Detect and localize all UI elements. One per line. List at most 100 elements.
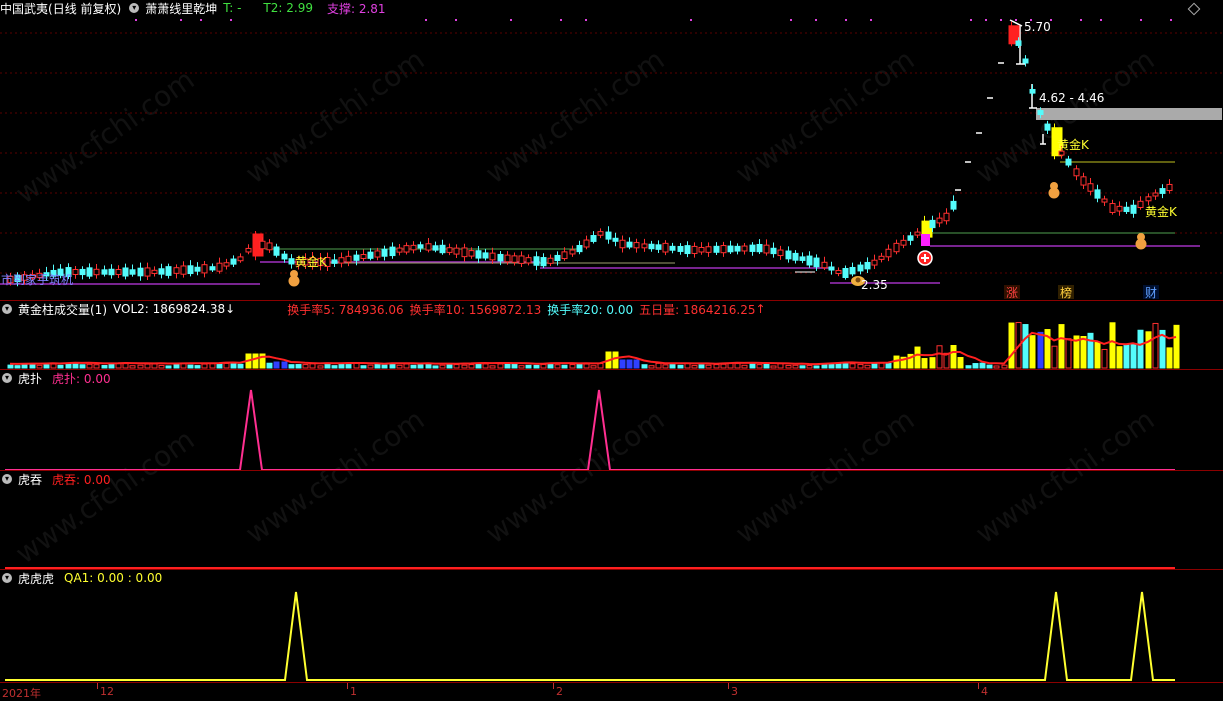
volume-indicator-title[interactable]: 黄金柱成交量(1) [18, 301, 107, 318]
candle[interactable] [223, 262, 230, 267]
candle[interactable] [727, 245, 734, 253]
candle[interactable] [288, 258, 295, 265]
candle[interactable] [813, 257, 820, 268]
candle[interactable] [1022, 58, 1029, 64]
candle[interactable] [151, 269, 158, 274]
candle[interactable] [79, 268, 86, 276]
candle[interactable] [885, 248, 892, 258]
candle[interactable] [281, 253, 288, 260]
candle[interactable] [612, 237, 619, 242]
candle[interactable] [878, 255, 885, 260]
candle[interactable] [446, 247, 453, 253]
candle[interactable] [561, 251, 568, 260]
candle[interactable] [331, 259, 338, 264]
candle[interactable] [389, 246, 396, 257]
period-label[interactable]: (日线 前复权) [48, 0, 121, 17]
candle[interactable] [705, 246, 712, 253]
chevron-down-icon[interactable]: ▾ [2, 573, 12, 583]
candle[interactable] [432, 245, 439, 251]
candle[interactable] [403, 245, 410, 253]
candle[interactable] [201, 264, 208, 274]
candle[interactable] [1037, 110, 1044, 116]
candle[interactable] [439, 244, 446, 254]
marker-bang[interactable]: 榜 [1060, 285, 1072, 300]
candle[interactable] [713, 245, 720, 253]
candle[interactable] [1159, 188, 1166, 194]
candle[interactable] [1137, 200, 1144, 209]
candle[interactable] [360, 254, 367, 259]
candle[interactable] [576, 244, 583, 253]
chevron-down-icon[interactable]: ▾ [129, 3, 140, 13]
candle[interactable] [237, 256, 244, 262]
candle[interactable] [1029, 89, 1036, 94]
candle[interactable] [756, 243, 763, 253]
candle[interactable] [943, 212, 950, 222]
candle[interactable] [849, 266, 856, 275]
candle[interactable] [583, 239, 590, 248]
candle[interactable] [662, 242, 669, 253]
candle[interactable] [1080, 176, 1087, 186]
candle[interactable] [129, 269, 136, 275]
candle[interactable] [93, 268, 100, 276]
candle[interactable] [468, 250, 475, 257]
candle[interactable] [749, 244, 756, 252]
candle[interactable] [381, 248, 388, 257]
candle[interactable] [669, 245, 676, 251]
stock-name[interactable]: 中国武夷 [0, 0, 48, 17]
candle[interactable] [821, 261, 828, 269]
candle[interactable] [547, 257, 554, 264]
candle[interactable] [122, 267, 129, 277]
candle[interactable] [367, 251, 374, 259]
candle[interactable] [626, 241, 633, 248]
candle[interactable] [158, 268, 165, 275]
candle[interactable] [936, 217, 943, 224]
candle[interactable] [842, 268, 849, 278]
candle[interactable] [1094, 189, 1101, 199]
candle[interactable] [266, 242, 273, 251]
huhuhu-chart[interactable] [0, 570, 1223, 682]
candle[interactable] [785, 250, 792, 260]
candle[interactable] [1065, 158, 1072, 166]
huhuhu-title[interactable]: 虎虎虎 [18, 570, 54, 587]
candle[interactable] [1130, 204, 1137, 214]
candle[interactable] [763, 244, 770, 254]
candle[interactable] [482, 252, 489, 259]
huhuhu-panel[interactable]: ▾ 虎虎虎 QA1: 0.00 : 0.00 [0, 570, 1223, 682]
hutun-chart[interactable] [0, 471, 1223, 569]
candle[interactable] [173, 267, 180, 274]
candle[interactable] [374, 250, 381, 258]
candle[interactable] [1015, 40, 1022, 46]
hutun-panel[interactable]: ▾ 虎吞 虎吞: 0.00 [0, 471, 1223, 570]
candle[interactable] [1145, 196, 1152, 202]
candle[interactable] [475, 250, 482, 259]
candle[interactable] [1152, 192, 1159, 197]
candle[interactable] [1087, 183, 1094, 192]
hutun-title[interactable]: 虎吞 [18, 471, 42, 488]
marker-cai[interactable]: 财 [1145, 286, 1157, 300]
candle[interactable] [1166, 183, 1173, 192]
chevron-down-icon[interactable]: ▾ [2, 474, 12, 484]
candle[interactable] [353, 254, 360, 261]
candle[interactable] [806, 255, 813, 266]
candle[interactable] [569, 249, 576, 255]
candle[interactable] [396, 247, 403, 253]
candle[interactable] [828, 266, 835, 271]
candle[interactable] [770, 247, 777, 255]
candle[interactable] [137, 267, 144, 277]
candle[interactable] [115, 269, 122, 275]
candle[interactable] [605, 231, 612, 240]
candle[interactable] [165, 266, 172, 276]
candle[interactable] [590, 235, 597, 242]
candle[interactable] [871, 259, 878, 266]
candle[interactable] [597, 231, 604, 236]
candle[interactable] [533, 256, 540, 266]
candle[interactable] [633, 242, 640, 249]
candle[interactable] [1109, 203, 1116, 213]
marker-zhang[interactable]: 涨 [1006, 285, 1018, 300]
candle[interactable] [425, 243, 432, 251]
candle[interactable] [230, 258, 237, 265]
candle[interactable] [338, 257, 345, 264]
candle[interactable] [691, 245, 698, 254]
candle[interactable] [108, 268, 115, 276]
candle[interactable] [180, 265, 187, 275]
